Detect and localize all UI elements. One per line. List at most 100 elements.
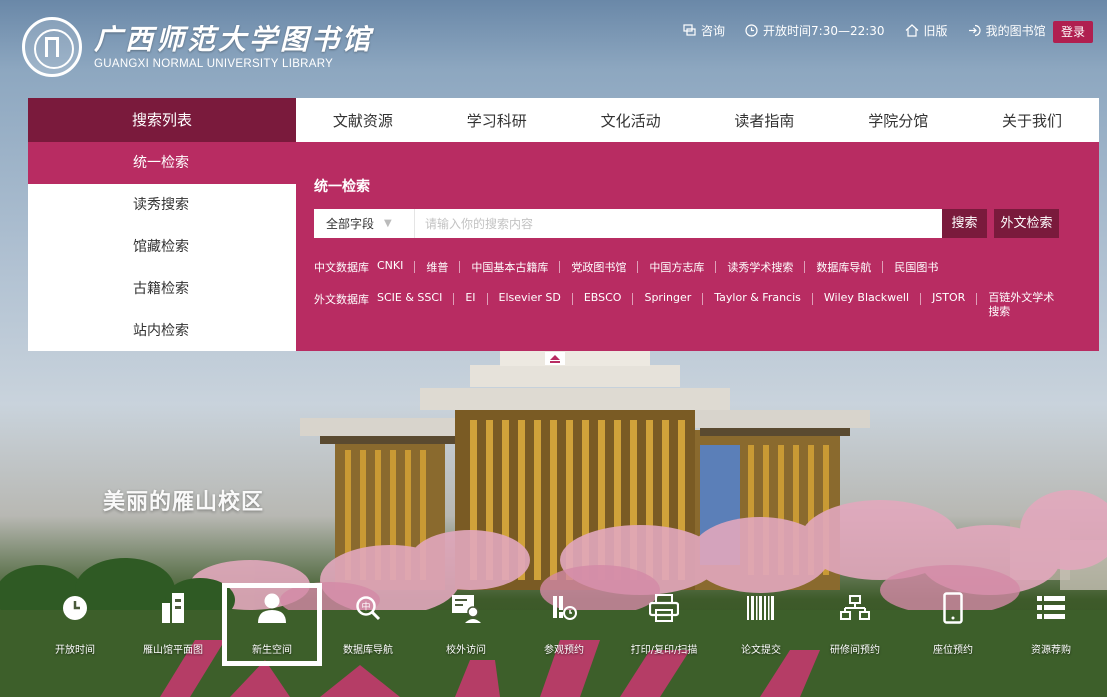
divider (804, 261, 806, 273)
my-library-link[interactable]: 我的图书馆 (968, 22, 1046, 39)
nav-item-branches[interactable]: 学院分馆 (831, 110, 965, 131)
divider (811, 293, 813, 305)
db-link-local-chronicles[interactable]: 中国方志库 (649, 259, 704, 275)
db-link-wiley[interactable]: Wiley Blackwell (824, 291, 909, 304)
remote-access-icon (450, 592, 482, 624)
quick-link-database-nav[interactable]: 中 数据库导航 (323, 592, 413, 667)
quick-link-print[interactable]: 打印/复印/扫描 (619, 592, 709, 667)
search-content: 统一检索 全部字段 ▼ 搜索 外文检索 中文数据库 CNKI 维普 中国基本古籍… (296, 142, 1099, 351)
clock-icon (745, 24, 758, 37)
db-link-ebsco[interactable]: EBSCO (584, 291, 622, 304)
divider (715, 261, 717, 273)
printer-icon (648, 592, 680, 624)
chinese-databases-label: 中文数据库 (314, 261, 369, 274)
quick-link-thesis-submit[interactable]: 论文提交 (716, 592, 806, 667)
db-link-springer[interactable]: Springer (644, 291, 691, 304)
quick-link-seat-booking[interactable]: 座位预约 (908, 592, 998, 667)
quick-link-opening-hours[interactable]: 开放时间 (30, 592, 120, 667)
site-header: 广西师范大学图书馆 GUANGXI NORMAL UNIVERSITY LIBR… (0, 0, 1107, 100)
nav-item-culture[interactable]: 文化活动 (564, 110, 698, 131)
quick-link-label: 校外访问 (446, 645, 486, 656)
db-link-elsevier[interactable]: Elsevier SD (499, 291, 561, 304)
quick-link-recommend[interactable]: 资源荐购 (1006, 592, 1096, 667)
db-link-vip[interactable]: 维普 (426, 259, 448, 275)
collapse-panel-toggle[interactable] (545, 352, 565, 365)
opening-hours-label: 开放时间7:30—22:30 (763, 24, 885, 38)
search-input[interactable] (414, 209, 942, 238)
side-item-catalog[interactable]: 馆藏检索 (28, 226, 296, 268)
divider (637, 261, 639, 273)
search-type-list: 统一检索 读秀搜索 馆藏检索 古籍检索 站内检索 (28, 142, 296, 351)
quick-link-label: 论文提交 (741, 645, 781, 656)
university-seal-icon (22, 17, 82, 77)
db-link-republic-books[interactable]: 民国图书 (894, 259, 938, 275)
divider (414, 261, 416, 273)
divider (632, 293, 634, 305)
db-link-ei[interactable]: EI (465, 291, 475, 304)
database-search-icon: 中 (352, 592, 384, 624)
nav-item-reader-guide[interactable]: 读者指南 (697, 110, 831, 131)
db-link-party-library[interactable]: 党政图书馆 (571, 259, 626, 275)
search-button[interactable]: 搜索 (942, 209, 987, 238)
quick-link-visit-booking[interactable]: 参观预约 (519, 592, 609, 667)
eject-arrow-icon (550, 354, 560, 363)
divider (559, 261, 561, 273)
side-item-ancient-books[interactable]: 古籍检索 (28, 268, 296, 310)
foreign-search-button[interactable]: 外文检索 (994, 209, 1059, 238)
login-button[interactable]: 登录 (1053, 21, 1093, 43)
nav-item-about[interactable]: 关于我们 (965, 110, 1099, 131)
nav-search-list[interactable]: 搜索列表 (28, 98, 296, 142)
quick-link-label: 数据库导航 (343, 645, 393, 656)
barcode-icon (745, 592, 777, 624)
quick-link-study-room[interactable]: 研修间预约 (810, 592, 900, 667)
db-link-jstor[interactable]: JSTOR (932, 291, 965, 304)
nav-item-research[interactable]: 学习科研 (430, 110, 564, 131)
consult-link[interactable]: 咨询 (683, 22, 725, 39)
home-icon (905, 24, 918, 37)
search-title: 统一检索 (314, 179, 370, 195)
clock-icon (59, 592, 91, 624)
user-icon (256, 592, 288, 624)
mobile-icon (937, 592, 969, 624)
old-version-link[interactable]: 旧版 (905, 22, 948, 39)
library-logo[interactable]: 广西师范大学图书馆 GUANGXI NORMAL UNIVERSITY LIBR… (22, 17, 373, 77)
building-icon (157, 592, 189, 624)
db-link-ancient-books-db[interactable]: 中国基本古籍库 (471, 259, 548, 275)
chat-icon (683, 24, 696, 36)
login-arrow-icon (968, 24, 981, 37)
campus-title: 美丽的雁山校区 (103, 490, 265, 515)
list-icon (1035, 592, 1067, 624)
divider (882, 261, 884, 273)
quick-links-bar: 开放时间 雁山馆平面图 新生空间 中 数据库导航 校外访问 参观预约 打印/复印… (0, 583, 1107, 667)
quick-link-label: 雁山馆平面图 (143, 645, 203, 656)
db-link-database-nav[interactable]: 数据库导航 (816, 259, 871, 275)
nav-item-resources[interactable]: 文献资源 (296, 110, 430, 131)
side-item-unified-search[interactable]: 统一检索 (28, 142, 296, 184)
dropdown-arrow-icon: ▼ (384, 218, 392, 229)
quick-link-label: 开放时间 (55, 645, 95, 656)
quick-link-floor-plan[interactable]: 雁山馆平面图 (128, 592, 218, 667)
db-link-taylor-francis[interactable]: Taylor & Francis (714, 291, 801, 304)
divider (486, 293, 488, 305)
field-select[interactable]: 全部字段 ▼ (314, 209, 414, 238)
divider (702, 293, 704, 305)
chinese-databases-row: 中文数据库 CNKI 维普 中国基本古籍库 党政图书馆 中国方志库 读秀学术搜索… (314, 259, 938, 275)
logo-chinese-name: 广西师范大学图书馆 (94, 23, 374, 56)
side-item-duxiu[interactable]: 读秀搜索 (28, 184, 296, 226)
quick-link-remote-access[interactable]: 校外访问 (421, 592, 511, 667)
divider (976, 293, 978, 305)
opening-hours-link[interactable]: 开放时间7:30—22:30 (745, 22, 885, 39)
top-links: 咨询 开放时间7:30—22:30 旧版 我的图书馆 (683, 22, 1066, 39)
svg-text:中: 中 (361, 601, 370, 613)
quick-link-freshman-space[interactable]: 新生空间 (222, 583, 322, 666)
db-link-bailian[interactable]: 百链外文学术搜索 (988, 291, 1056, 319)
foreign-databases-row: 外文数据库 SCIE & SSCI EI Elsevier SD EBSCO S… (314, 291, 1056, 319)
logo-english-name: GUANGXI NORMAL UNIVERSITY LIBRARY (94, 58, 334, 70)
divider (453, 293, 455, 305)
side-item-site-search[interactable]: 站内检索 (28, 310, 296, 352)
quick-link-label: 新生空间 (252, 645, 292, 656)
divider (459, 261, 461, 273)
db-link-scie-ssci[interactable]: SCIE & SSCI (377, 291, 442, 304)
db-link-duxiu-academic[interactable]: 读秀学术搜索 (727, 259, 793, 275)
db-link-cnki[interactable]: CNKI (377, 259, 403, 272)
